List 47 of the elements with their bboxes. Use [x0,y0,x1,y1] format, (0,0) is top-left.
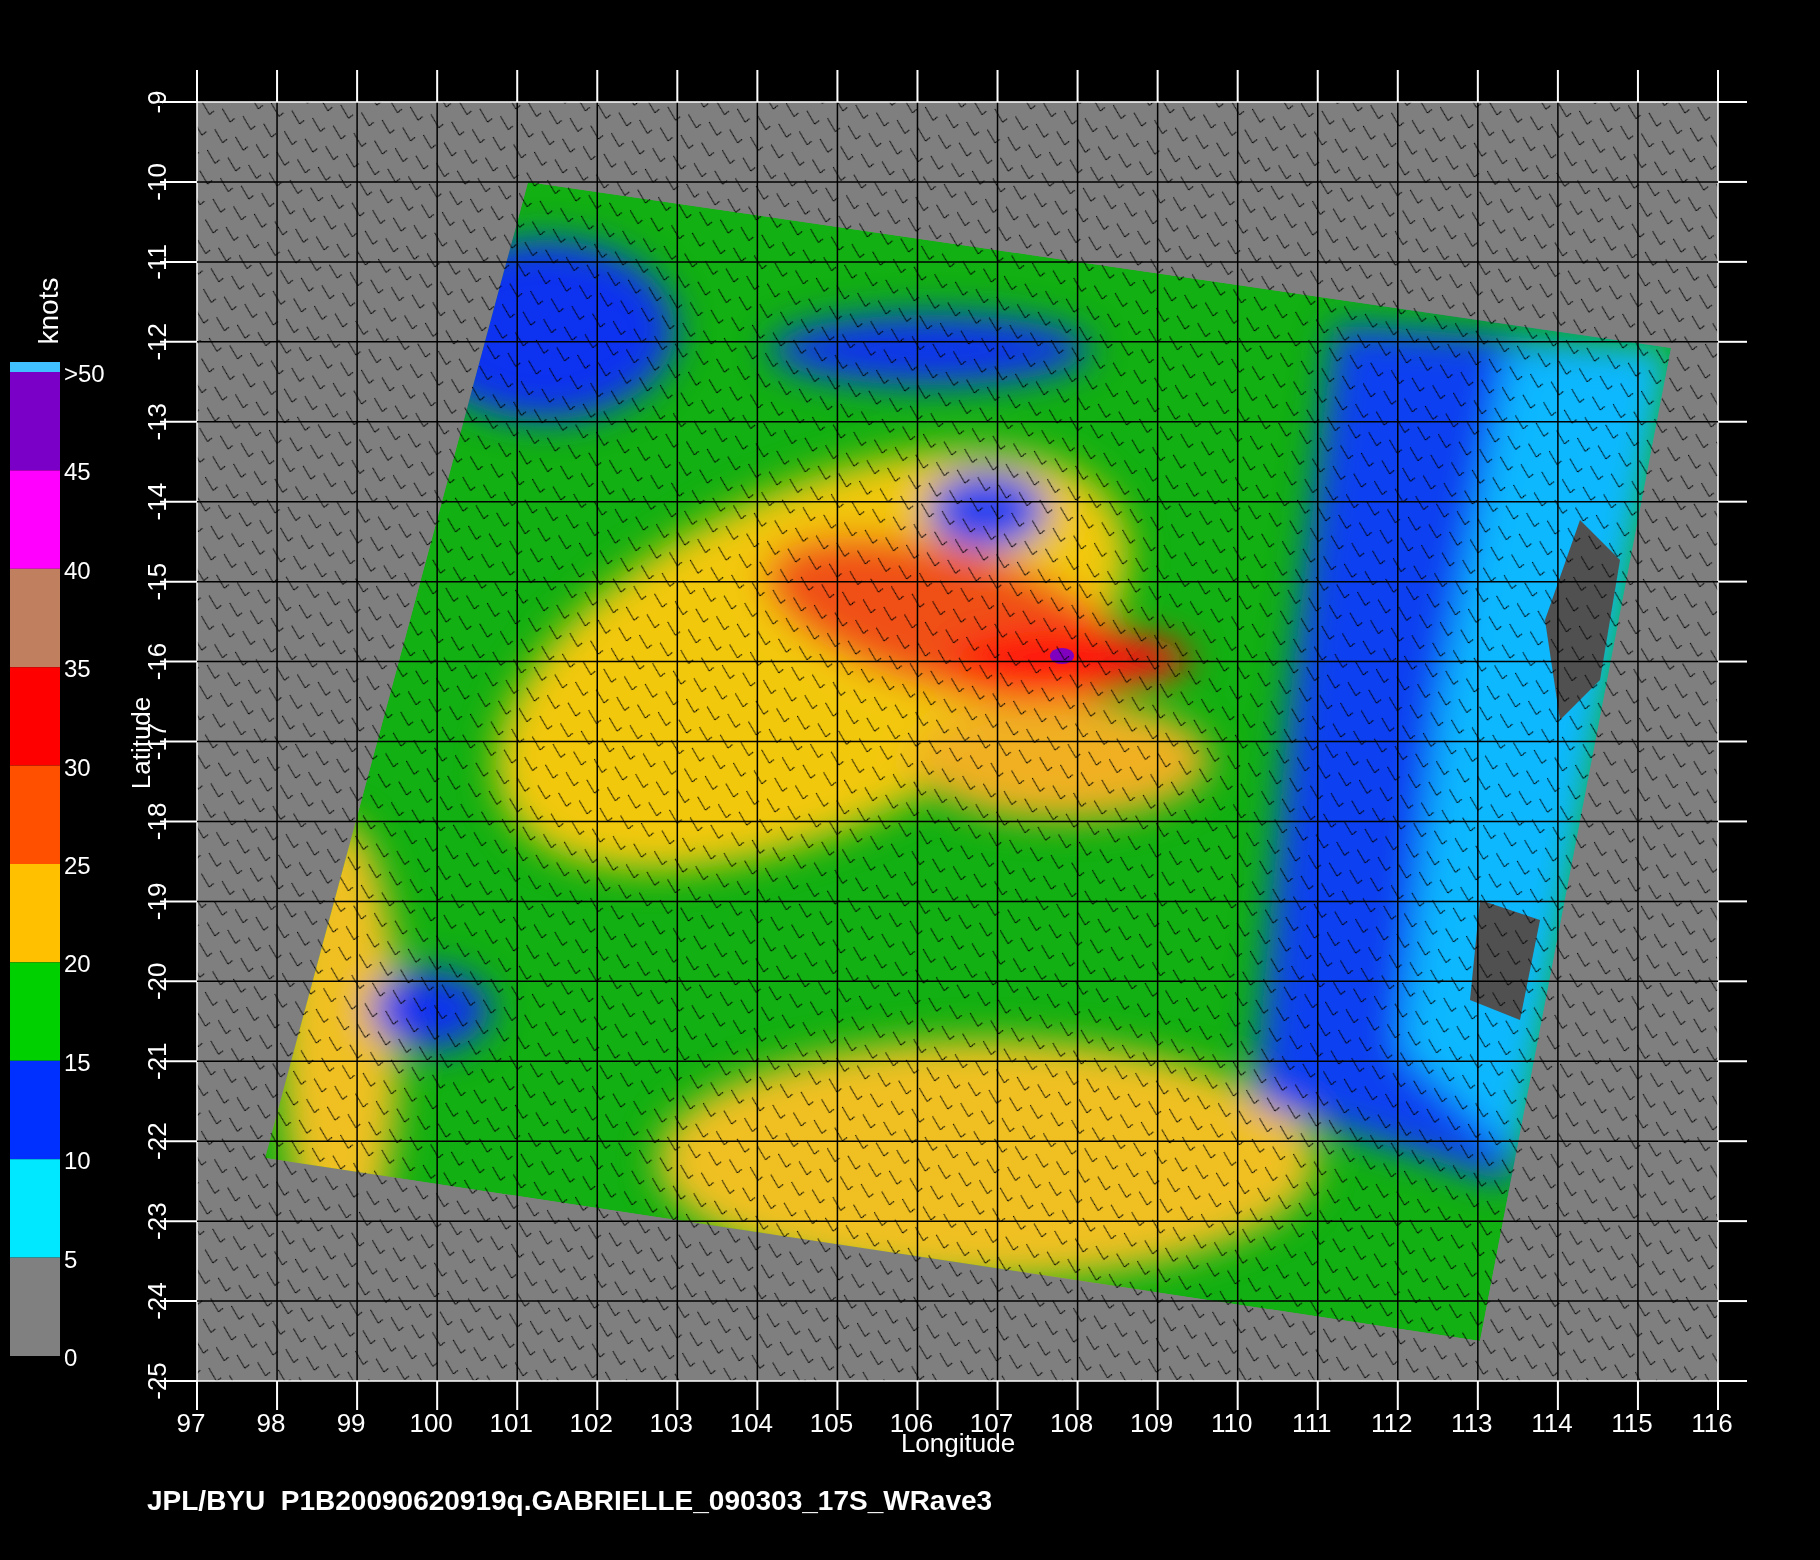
x-tick-label: 100 [409,1408,453,1438]
x-tick-label: 101 [489,1408,533,1438]
y-tick-label: -15 [142,562,172,601]
x-tick-label: 108 [1049,1408,1094,1438]
colorbar-label: 10 [64,1147,91,1175]
x-tick-label: 109 [1129,1408,1174,1438]
colorbar-label: 35 [64,655,91,683]
x-tick-label: 115 [1611,1408,1653,1438]
x-tick-label: 102 [569,1408,613,1438]
colorbar-label: 20 [64,950,91,978]
y-tick-label: -14 [142,482,172,521]
y-tick-label: -23 [142,1202,172,1240]
colorbar-label: 25 [64,852,91,879]
x-tick-label: 114 [1531,1408,1573,1438]
x-tick-label: 116 [1691,1408,1733,1438]
colorbar-label: 0 [64,1344,78,1371]
x-tick-label: 110 [1210,1408,1253,1438]
colorbar-label: 15 [64,1048,91,1076]
y-tick-label: -20 [142,962,172,1001]
x-tick-label: 99 [336,1408,366,1438]
x-tick-label: 113 [1451,1408,1493,1438]
x-tick-label: 112 [1371,1408,1413,1438]
x-tick-label: 103 [649,1408,693,1438]
y-tick-label: -12 [142,323,172,361]
colorbar-label: 40 [64,556,91,584]
y-tick-label: -13 [142,402,172,441]
x-tick-label: 105 [809,1408,854,1438]
x-tick-label: 98 [256,1408,286,1438]
colorbar-label: 30 [64,753,91,781]
colorbar-label: >50 [64,360,105,387]
x-tick-label: 97 [176,1408,206,1438]
y-tick-label: -9 [142,90,172,114]
y-tick-label: -21 [142,1042,172,1081]
y-tick-label: -16 [142,642,172,681]
colorbar-label: 5 [64,1245,78,1273]
colorbar-title: knots [33,277,64,345]
y-tick-label: -25 [142,1362,172,1400]
x-tick-label: 104 [729,1408,774,1438]
colorbar-top-stripes [10,362,60,372]
footer-caption: JPL/BYU P1B20090620919q.GABRIELLE_090303_17S_WRave3 [147,1485,993,1516]
y-tick-label: -24 [142,1282,172,1320]
x-tick-label: 111 [1291,1408,1332,1438]
colorbar-label: 45 [64,458,91,486]
y-tick-label: -18 [142,802,172,841]
y-tick-label: -22 [142,1122,172,1160]
y-tick-label: -19 [142,882,172,921]
y-tick-label: -10 [142,163,172,201]
